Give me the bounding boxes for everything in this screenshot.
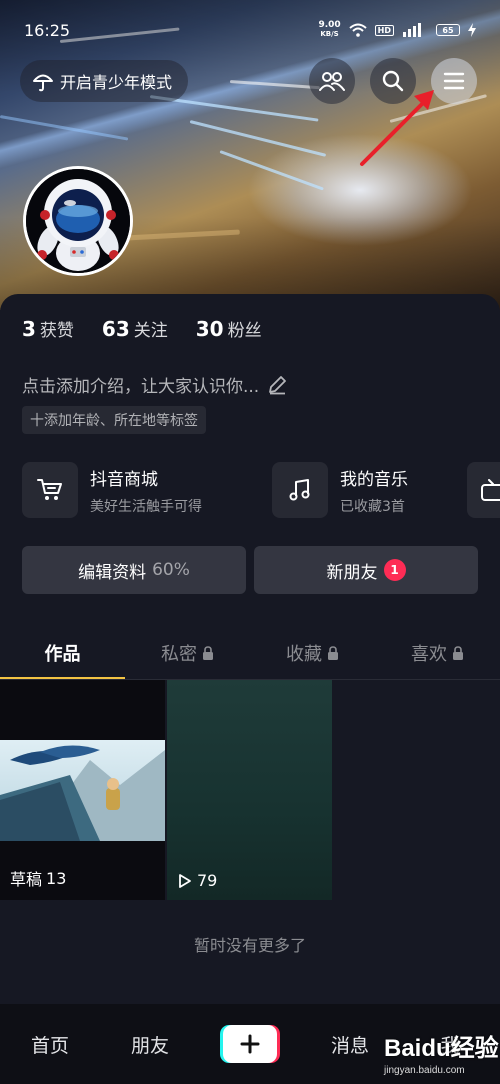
draft-label: 草稿 (10, 870, 43, 889)
draft-count: 13 (46, 868, 67, 888)
astronaut-avatar-icon (26, 169, 130, 273)
signal-icon (403, 23, 421, 37)
friends-icon (319, 72, 345, 91)
hd-badge: HD (374, 24, 394, 36)
draft-thumbnail-image (0, 740, 165, 841)
bio-field[interactable]: 点击添加介绍，让大家认识你... (22, 372, 287, 397)
watermark-logo: Baidu经验 (384, 1035, 499, 1062)
edit-pencil-icon (269, 375, 287, 394)
feature-tv-partial[interactable] (467, 462, 500, 518)
status-time: 16:25 (24, 20, 71, 40)
lock-icon (203, 646, 213, 660)
add-tags-label: 十添加年龄、所在地等标签 (30, 413, 198, 429)
edit-profile-button[interactable]: 编辑资料 60% (22, 546, 246, 594)
cart-icon (37, 479, 62, 500)
network-speed: 9.00 KB/S (318, 20, 341, 39)
new-friends-label: 新朋友 (326, 562, 378, 583)
feature-tv-icon-box (467, 462, 500, 518)
music-note-icon (289, 479, 310, 501)
feature-music-subtitle: 已收藏3首 (340, 498, 405, 515)
tab-works[interactable]: 作品 (0, 626, 125, 680)
feature-shop-text: 抖音商城 美好生活触手可得 (90, 465, 202, 516)
umbrella-icon (33, 74, 53, 92)
feature-music-title: 我的音乐 (340, 469, 408, 490)
edit-profile-label: 编辑资料 (78, 562, 147, 583)
no-more-content: 暂时没有更多了 (193, 936, 306, 955)
new-friends-button[interactable]: 新朋友 1 (254, 546, 478, 594)
video-cell[interactable]: 79 (167, 680, 332, 900)
teen-mode-button[interactable]: 开启青少年模式 (20, 60, 189, 102)
profile-stats: 3 获赞 63 关注 30 粉丝 (22, 316, 262, 341)
red-arrow-annotation (360, 90, 434, 166)
lock-icon (453, 646, 463, 660)
stat-following[interactable]: 63 关注 (102, 316, 168, 341)
content-tabs: 作品 私密 收藏 喜欢 (0, 626, 500, 680)
feature-shop-icon-box (22, 462, 78, 518)
draft-caption: 草稿 13 (10, 866, 66, 890)
profile-completion: 60% (152, 560, 190, 580)
feature-shop[interactable]: 抖音商城 美好生活触手可得 (22, 462, 202, 518)
feature-music-text: 我的音乐 已收藏3首 (340, 465, 408, 516)
lock-icon (328, 646, 338, 660)
create-video-button[interactable] (223, 1025, 277, 1063)
avatar[interactable] (23, 166, 133, 276)
watermark-url: jingyan.baidu.com (384, 1065, 465, 1076)
draft-video-cell[interactable]: 草稿 13 (0, 680, 165, 900)
nav-add (200, 1025, 300, 1063)
nav-home[interactable]: 首页 (0, 1031, 100, 1058)
profile-panel: 3 获赞 63 关注 30 粉丝 点击添加介绍，让大家认识你... 十添加年龄、所在地… (0, 294, 500, 1084)
teen-mode-label: 开启青少年模式 (60, 73, 173, 92)
charging-icon (468, 23, 476, 37)
video-view-count: 79 (197, 871, 218, 890)
status-icons: 9.00 KB/S HD 65 (318, 21, 476, 39)
tab-favorites[interactable]: 收藏 (250, 626, 375, 680)
battery-icon: 65 (436, 24, 460, 36)
tab-private[interactable]: 私密 (125, 626, 250, 680)
feature-shop-title: 抖音商城 (90, 469, 158, 490)
feature-music[interactable]: 我的音乐 已收藏3首 (272, 462, 408, 518)
video-views: 79 (177, 871, 217, 890)
bio-placeholder: 点击添加介绍，让大家认识你... (22, 377, 260, 397)
new-friends-badge: 1 (383, 559, 406, 581)
wifi-icon (348, 23, 367, 37)
nav-friends[interactable]: 朋友 (100, 1031, 200, 1058)
feature-shop-subtitle: 美好生活触手可得 (90, 498, 202, 515)
tv-icon (481, 479, 500, 501)
find-friends-button[interactable] (309, 58, 355, 104)
hamburger-menu-icon (443, 72, 465, 90)
stat-likes[interactable]: 3 获赞 (22, 316, 74, 341)
stat-followers[interactable]: 30 粉丝 (196, 316, 262, 341)
feature-music-icon-box (272, 462, 328, 518)
baidu-watermark: Baidu经验 jingyan.baidu.com (384, 1028, 499, 1076)
plus-icon (240, 1034, 260, 1054)
tab-likes[interactable]: 喜欢 (375, 626, 500, 680)
add-tags-button[interactable]: 十添加年龄、所在地等标签 (22, 406, 206, 434)
play-icon (179, 873, 191, 888)
status-bar: 16:25 9.00 KB/S HD 65 (0, 0, 500, 60)
